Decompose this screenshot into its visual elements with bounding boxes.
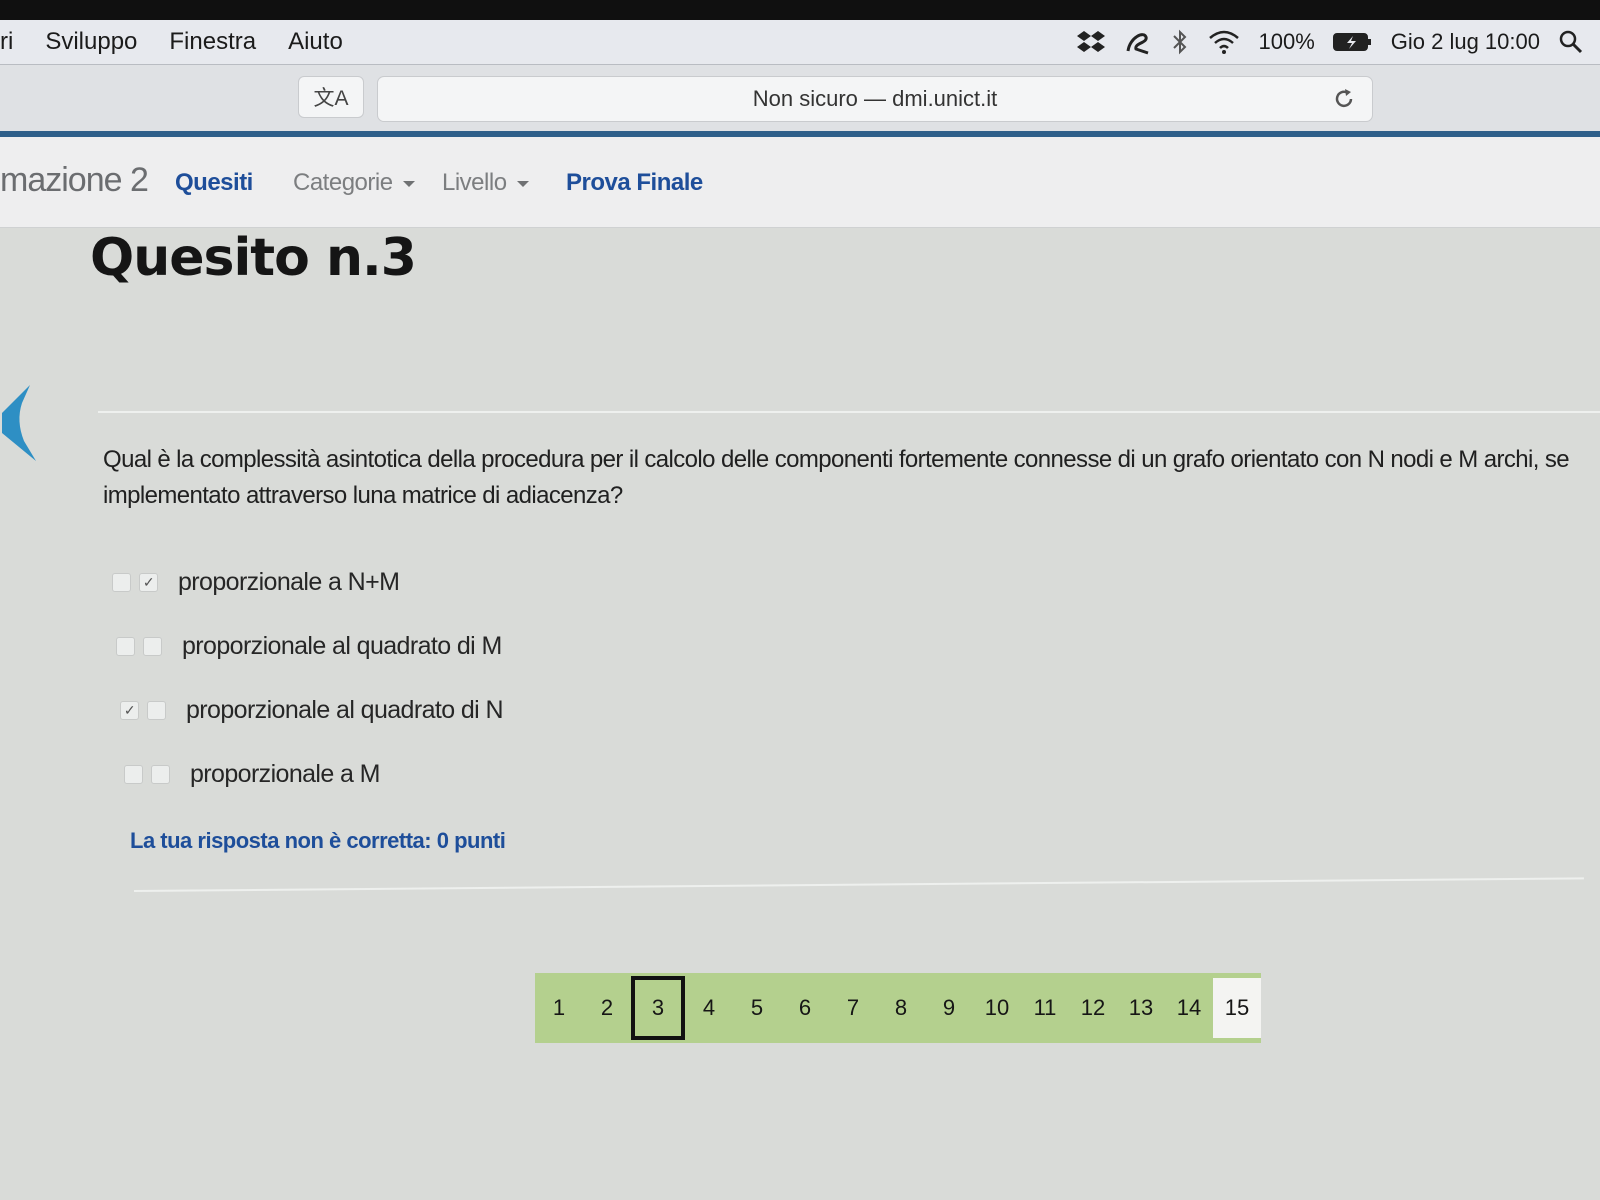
site-brand[interactable]: mazione 2: [0, 161, 149, 200]
option-label: proporzionale a M: [190, 760, 381, 788]
chevron-down-icon: [516, 180, 529, 187]
translate-icon: 文A: [313, 87, 349, 110]
address-bar[interactable]: Non sicuro — dmi.unict.it: [377, 76, 1373, 122]
page-title: Quesito n.3: [90, 228, 417, 288]
nav-link-prova-finale[interactable]: Prova Finale: [566, 169, 703, 197]
page-13[interactable]: 13: [1117, 978, 1165, 1038]
page-5[interactable]: 5: [733, 978, 781, 1038]
option-row[interactable]: proporzionale a M: [124, 760, 381, 789]
page-14[interactable]: 14: [1165, 978, 1213, 1038]
answer-feedback: La tua risposta non è corretta: 0 punti: [130, 828, 506, 853]
option-label: proporzionale al quadrato di M: [182, 632, 502, 660]
translate-button[interactable]: 文A: [298, 76, 364, 118]
site-navbar: mazione 2 Quesiti Categorie Livello Prov…: [0, 137, 1600, 228]
divider: [133, 877, 1584, 892]
page-11[interactable]: 11: [1021, 978, 1069, 1038]
page-9[interactable]: 9: [925, 978, 973, 1038]
menu-item-safari[interactable]: ri: [0, 28, 13, 56]
nav-dropdown-categorie[interactable]: Categorie: [293, 169, 415, 197]
page-3-current[interactable]: 3: [631, 976, 685, 1040]
wifi-icon[interactable]: [1208, 30, 1240, 54]
question-text: Qual è la complessità asintotica della p…: [103, 446, 1570, 509]
reload-icon[interactable]: [1332, 87, 1356, 117]
page-1[interactable]: 1: [535, 978, 583, 1038]
chevron-down-icon: [402, 180, 415, 187]
option-row[interactable]: ✓ proporzionale al quadrato di N: [120, 696, 504, 725]
dropbox-icon[interactable]: [1076, 29, 1106, 55]
divider: [98, 411, 1600, 413]
page-12[interactable]: 12: [1069, 978, 1117, 1038]
page-7[interactable]: 7: [829, 978, 877, 1038]
menu-item-finestra[interactable]: Finestra: [169, 28, 256, 56]
menu-item-sviluppo[interactable]: Sviluppo: [45, 28, 137, 56]
correct-checkbox: [147, 701, 166, 720]
page-15[interactable]: 15: [1213, 978, 1261, 1038]
battery-icon[interactable]: [1332, 31, 1373, 53]
menu-item-aiuto[interactable]: Aiuto: [288, 28, 343, 56]
page-10[interactable]: 10: [973, 978, 1021, 1038]
option-row[interactable]: ✓ proporzionale a N+M: [112, 568, 400, 597]
nav-dropdown-livello[interactable]: Livello: [442, 169, 529, 197]
option-label: proporzionale al quadrato di N: [186, 696, 504, 724]
page-6[interactable]: 6: [781, 978, 829, 1038]
correct-checkbox: ✓: [139, 573, 158, 592]
correct-checkbox: [151, 765, 170, 784]
screen-bezel: [0, 0, 1600, 20]
answer-checkbox[interactable]: [112, 573, 131, 592]
nav-label-livello: Livello: [442, 169, 507, 196]
address-text: Non sicuro — dmi.unict.it: [752, 86, 998, 111]
main-content: Quesito n.3 Qual è la complessità asinto…: [0, 228, 1600, 1200]
answer-checkbox[interactable]: ✓: [120, 701, 139, 720]
correct-checkbox: [143, 637, 162, 656]
page-2[interactable]: 2: [583, 978, 631, 1038]
question-pagination: 1 2 3 4 5 6 7 8 9 10 11 12 13 14 15: [535, 973, 1261, 1043]
page-8[interactable]: 8: [877, 978, 925, 1038]
spotlight-search-icon[interactable]: [1558, 29, 1584, 55]
nav-label-categorie: Categorie: [293, 169, 393, 196]
battery-percent: 100%: [1258, 29, 1315, 54]
answer-checkbox[interactable]: [116, 637, 135, 656]
option-row[interactable]: proporzionale al quadrato di M: [116, 632, 502, 661]
bluetooth-icon[interactable]: [1170, 29, 1190, 55]
browser-toolbar: 文A Non sicuro — dmi.unict.it: [0, 65, 1600, 131]
page-4[interactable]: 4: [685, 978, 733, 1038]
answer-checkbox[interactable]: [124, 765, 143, 784]
menu-clock[interactable]: Gio 2 lug 10:00: [1391, 29, 1540, 55]
chevron-left-icon[interactable]: [0, 383, 40, 468]
option-label: proporzionale a N+M: [178, 568, 400, 596]
menu-bar: ri Sviluppo Finestra Aiuto 100% Gio 2 lu…: [0, 20, 1600, 65]
nav-link-quesiti[interactable]: Quesiti: [175, 169, 253, 197]
script-icon[interactable]: [1124, 29, 1152, 55]
